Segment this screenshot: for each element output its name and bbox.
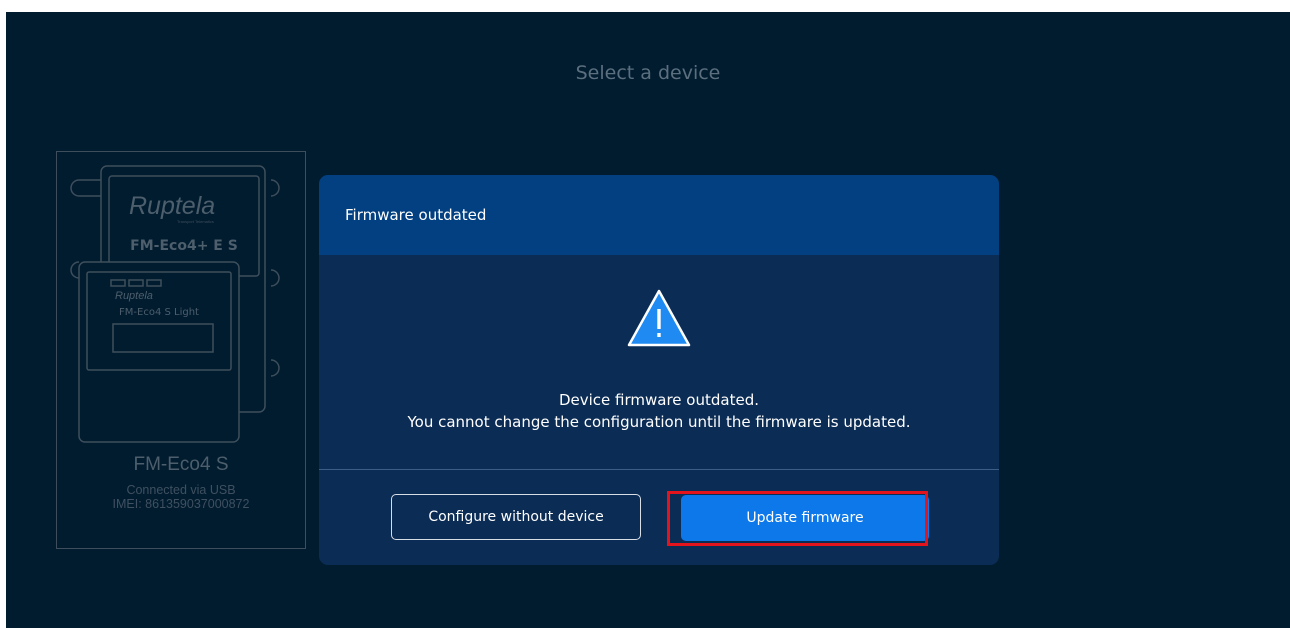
device-model: FM-Eco4 S [133, 454, 229, 475]
device-card[interactable]: Ruptela Transport Telematics FM-Eco4+ E … [56, 151, 306, 549]
dialog-header: Firmware outdated [319, 175, 999, 255]
device-illustration: Ruptela Transport Telematics FM-Eco4+ E … [70, 165, 280, 443]
configure-without-device-button[interactable]: Configure without device [391, 494, 641, 540]
back-model-label: FM-Eco4+ E S [130, 238, 238, 254]
message-line-1: Device firmware outdated. [558, 391, 759, 409]
front-model-label: FM-Eco4 S Light [119, 307, 199, 318]
back-logo-tagline: Transport Telematics [177, 219, 214, 224]
page-title: Select a device [575, 62, 721, 84]
device-imei: IMEI: 861359037000872 [112, 497, 250, 511]
warning-triangle-icon [627, 289, 691, 347]
device-connection: Connected via USB [126, 483, 236, 497]
message-line-2: You cannot change the configuration unti… [407, 413, 911, 431]
dialog-title: Firmware outdated [345, 206, 487, 224]
dialog-message: Device firmware outdated. You cannot cha… [319, 389, 999, 433]
front-logo-text: Ruptela [115, 290, 153, 302]
update-firmware-button[interactable]: Update firmware [681, 495, 929, 541]
back-logo-text: Ruptela [129, 192, 215, 220]
app-window: Select a device Ruptela Transport Telema… [6, 12, 1290, 628]
firmware-dialog: Firmware outdated Device firmware outdat… [319, 175, 999, 565]
dialog-divider [319, 469, 999, 470]
